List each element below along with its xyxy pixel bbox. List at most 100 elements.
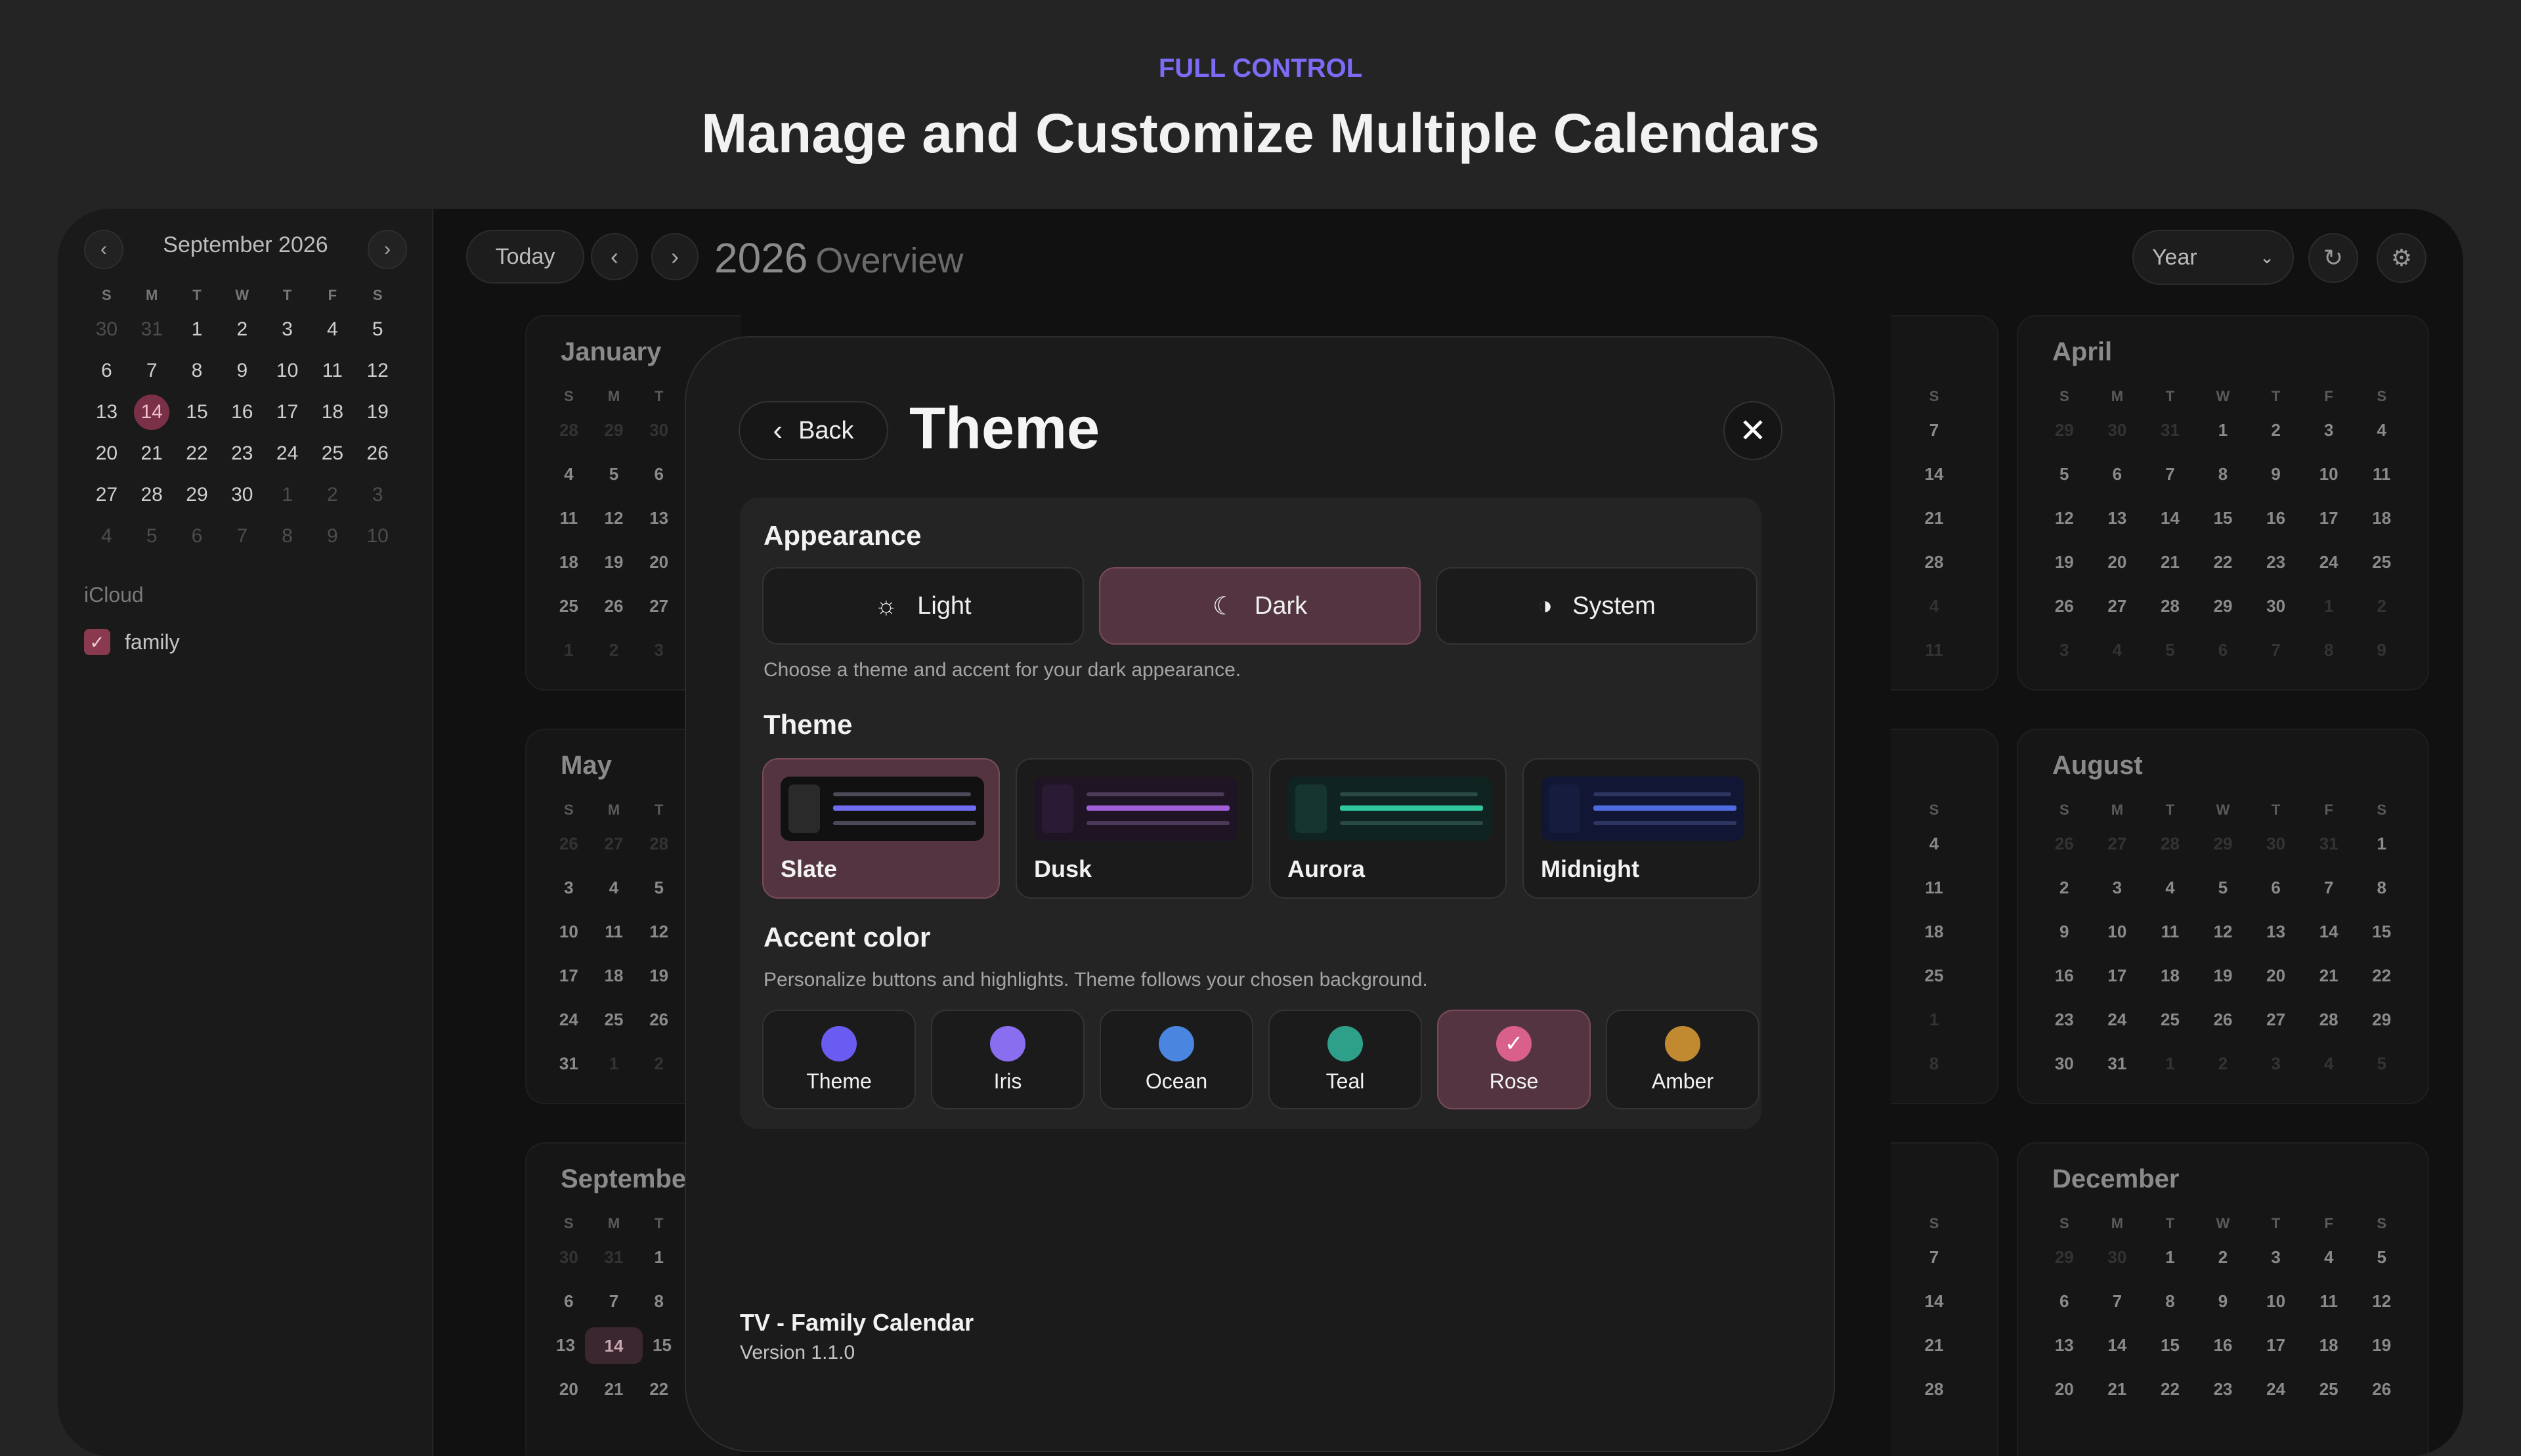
- refresh-button[interactable]: ↻: [2308, 233, 2358, 283]
- mini-day[interactable]: 1: [265, 484, 310, 506]
- day-cell[interactable]: 12: [2197, 922, 2250, 942]
- day-cell[interactable]: 6: [636, 464, 681, 484]
- day-cell[interactable]: 1: [2144, 1054, 2197, 1074]
- day-cell[interactable]: 19: [2197, 966, 2250, 986]
- theme-option-midnight[interactable]: Midnight: [1522, 758, 1760, 899]
- mini-day[interactable]: 17: [265, 401, 310, 423]
- day-cell[interactable]: 26: [2038, 596, 2091, 616]
- day-cell[interactable]: 2: [2355, 596, 2408, 616]
- day-cell[interactable]: 21: [1891, 508, 1977, 528]
- day-cell[interactable]: 20: [2249, 966, 2302, 986]
- day-cell[interactable]: 31: [592, 1247, 637, 1268]
- prev-year-button[interactable]: ‹: [591, 233, 638, 280]
- day-cell[interactable]: 31: [546, 1054, 592, 1074]
- day-cell[interactable]: 1: [636, 1247, 681, 1268]
- day-cell[interactable]: 31: [2144, 420, 2197, 440]
- day-cell[interactable]: 14: [2091, 1335, 2144, 1356]
- accent-option-ocean[interactable]: Ocean: [1100, 1010, 1253, 1109]
- day-cell[interactable]: 25: [2144, 1010, 2197, 1030]
- day-cell[interactable]: 20: [636, 552, 681, 572]
- day-cell[interactable]: 9: [2038, 922, 2091, 942]
- mini-day[interactable]: 6: [175, 525, 220, 547]
- back-button[interactable]: ‹ Back: [739, 401, 888, 460]
- day-cell[interactable]: 6: [2091, 464, 2144, 484]
- day-cell[interactable]: 10: [2302, 464, 2356, 484]
- day-cell[interactable]: 24: [2091, 1010, 2144, 1030]
- day-cell[interactable]: 30: [2249, 596, 2302, 616]
- day-cell[interactable]: 31: [2091, 1054, 2144, 1074]
- day-cell[interactable]: 18: [2302, 1335, 2356, 1356]
- day-cell[interactable]: 14: [1891, 464, 1977, 484]
- day-cell[interactable]: 8: [2144, 1291, 2197, 1312]
- day-cell[interactable]: 18: [592, 966, 637, 986]
- day-cell[interactable]: 3: [2038, 640, 2091, 660]
- day-cell[interactable]: 12: [2355, 1291, 2408, 1312]
- mini-day[interactable]: 4: [310, 318, 355, 341]
- day-cell[interactable]: 8: [2302, 640, 2356, 660]
- day-cell[interactable]: 3: [2302, 420, 2356, 440]
- mini-day[interactable]: 30: [84, 318, 129, 341]
- mini-day[interactable]: 28: [129, 484, 175, 506]
- day-cell[interactable]: 7: [2091, 1291, 2144, 1312]
- day-cell[interactable]: 19: [2355, 1335, 2408, 1356]
- day-cell[interactable]: 29: [2038, 1247, 2091, 1268]
- day-cell[interactable]: 4: [592, 878, 637, 898]
- day-cell[interactable]: 20: [546, 1379, 592, 1400]
- today-button[interactable]: Today: [466, 230, 584, 284]
- mini-day-today[interactable]: 14: [129, 394, 175, 430]
- day-cell[interactable]: 27: [636, 596, 681, 616]
- day-cell[interactable]: 15: [643, 1335, 681, 1356]
- day-cell[interactable]: 3: [2249, 1247, 2302, 1268]
- mini-day[interactable]: 10: [265, 360, 310, 382]
- mini-day[interactable]: 31: [129, 318, 175, 341]
- mini-day[interactable]: 11: [310, 360, 355, 382]
- mini-day[interactable]: 19: [355, 401, 400, 423]
- day-cell[interactable]: 14: [2302, 922, 2356, 942]
- mini-day[interactable]: 1: [175, 318, 220, 341]
- day-cell[interactable]: 25: [2302, 1379, 2356, 1400]
- day-cell[interactable]: 12: [2038, 508, 2091, 528]
- day-cell[interactable]: 16: [2249, 508, 2302, 528]
- day-cell[interactable]: 23: [2038, 1010, 2091, 1030]
- day-cell[interactable]: 8: [2197, 464, 2250, 484]
- day-cell[interactable]: 1: [2144, 1247, 2197, 1268]
- mini-day[interactable]: 9: [219, 360, 265, 382]
- day-cell[interactable]: 30: [2249, 834, 2302, 854]
- day-cell[interactable]: 2: [2197, 1247, 2250, 1268]
- mini-day[interactable]: 5: [355, 318, 400, 341]
- day-cell[interactable]: 1: [2302, 596, 2356, 616]
- day-cell[interactable]: 1: [546, 640, 592, 660]
- calendar-toggle-family[interactable]: ✓ family: [84, 629, 180, 655]
- appearance-system-button[interactable]: ◑ System: [1436, 567, 1757, 645]
- day-cell[interactable]: 14: [2144, 508, 2197, 528]
- mini-day[interactable]: 29: [175, 484, 220, 506]
- day-cell[interactable]: 31: [2302, 834, 2356, 854]
- day-cell[interactable]: 2: [2038, 878, 2091, 898]
- day-cell[interactable]: 11: [2144, 922, 2197, 942]
- theme-option-slate[interactable]: Slate: [762, 758, 1000, 899]
- day-cell[interactable]: 2: [592, 640, 637, 660]
- day-cell[interactable]: 27: [2091, 596, 2144, 616]
- day-cell[interactable]: 24: [2249, 1379, 2302, 1400]
- day-cell[interactable]: 30: [2091, 420, 2144, 440]
- day-cell[interactable]: 13: [2091, 508, 2144, 528]
- theme-option-dusk[interactable]: Dusk: [1016, 758, 1253, 899]
- day-cell[interactable]: 26: [546, 834, 592, 854]
- day-cell[interactable]: 22: [2355, 966, 2408, 986]
- day-cell[interactable]: 25: [2355, 552, 2408, 572]
- mini-day[interactable]: 10: [355, 525, 400, 547]
- day-cell[interactable]: 8: [636, 1291, 681, 1312]
- day-cell[interactable]: 2: [2249, 420, 2302, 440]
- theme-option-aurora[interactable]: Aurora: [1269, 758, 1507, 899]
- accent-option-rose[interactable]: ✓ Rose: [1437, 1010, 1591, 1109]
- accent-option-theme[interactable]: Theme: [762, 1010, 916, 1109]
- day-cell[interactable]: 11: [1891, 640, 1977, 660]
- day-cell[interactable]: 4: [2144, 878, 2197, 898]
- day-cell[interactable]: 7: [1891, 1247, 1977, 1268]
- day-cell[interactable]: 19: [592, 552, 637, 572]
- day-cell[interactable]: 2: [2197, 1054, 2250, 1074]
- day-cell[interactable]: 1: [1891, 1010, 1977, 1030]
- day-cell[interactable]: 24: [546, 1010, 592, 1030]
- day-cell[interactable]: 14: [1891, 1291, 1977, 1312]
- day-cell[interactable]: 20: [2038, 1379, 2091, 1400]
